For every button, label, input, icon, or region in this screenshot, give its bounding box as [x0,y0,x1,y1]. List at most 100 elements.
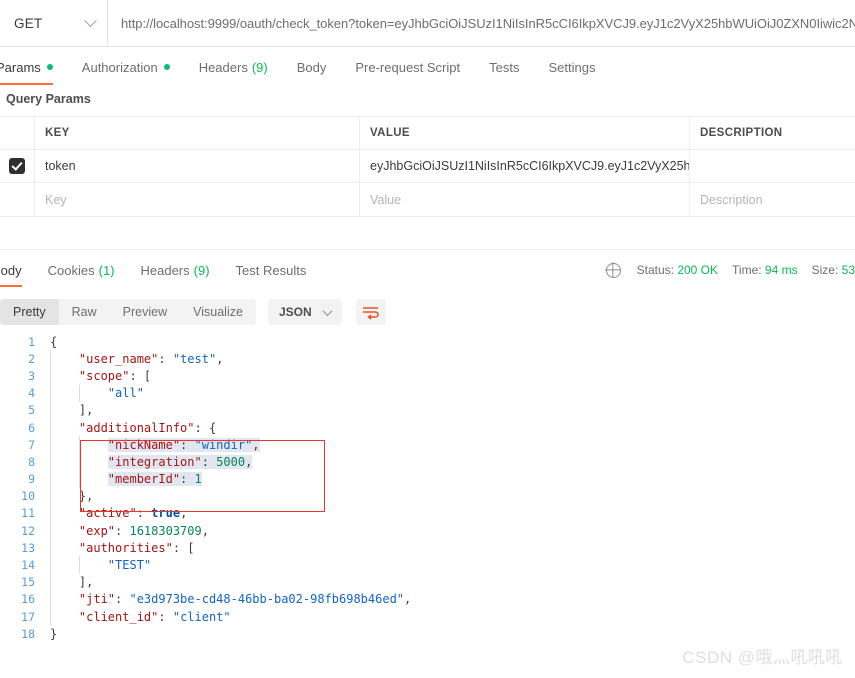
tab-tests[interactable]: Tests [489,47,519,87]
tab-headers-count: (9) [251,59,268,75]
table-row-empty[interactable]: Key Value Description [0,183,855,216]
code-line-text: "active": true, [44,506,855,520]
code-token: "user_name" [78,351,159,366]
code-token: : [201,454,217,469]
row-value-cell[interactable]: eyJhbGciOiJSUzI1NiIsInR5cCI6IkpXVCJ9.eyJ… [360,150,690,182]
line-number: 2 [28,351,35,366]
response-format-selector[interactable]: JSON [267,299,342,325]
line-number: 8 [28,454,35,469]
column-header-value: VALUE [370,127,410,139]
line-number: 15 [21,575,35,590]
tab-settings[interactable]: Settings [548,47,595,87]
line-number: 9 [28,472,35,487]
code-token: : [115,523,130,538]
chevron-down-icon [84,13,97,27]
response-tab-headers-label: Headers [140,262,190,278]
code-token: true [151,506,181,521]
globe-icon[interactable] [605,262,621,278]
code-line: 18} [0,625,855,642]
response-tab-headers[interactable]: Headers (9) [141,251,210,289]
empty-key-cell[interactable]: Key [35,183,360,216]
empty-description-cell[interactable]: Description [690,183,855,216]
code-line: 8 "integration": 5000, [0,453,855,471]
value-placeholder: Value [370,192,402,207]
code-line: 15 ], [0,573,855,591]
response-tab-cookies[interactable]: Cookies (1) [48,251,115,289]
checkbox-checked-icon[interactable] [9,158,25,174]
tab-pre-request-script-label: Pre-request Script [355,59,461,75]
code-token: }, [78,489,94,504]
tab-params[interactable]: Params [0,47,53,87]
http-method-selector[interactable]: GET [0,0,108,47]
code-token: : [115,592,130,607]
code-line: 17 "client_id": "client" [0,608,855,626]
url-input[interactable]: http://localhost:9999/oauth/check_token?… [108,0,855,47]
view-mode-raw-label: Raw [71,305,97,319]
code-line-text: "integration": 5000, [44,454,855,469]
view-mode-raw[interactable]: Raw [59,299,110,325]
line-number: 16 [21,592,35,607]
code-token: , [404,592,412,607]
code-token: "nickName" [107,437,181,452]
table-row[interactable]: token eyJhbGciOiJSUzI1NiIsInR5cCI6IkpXVC… [0,150,855,183]
response-status-bar: Status: 200 OK Time: 94 ms Size: 53 [605,250,855,290]
code-token: "client" [172,609,231,624]
response-body-toolbar: Pretty Raw Preview Visualize JSON [0,292,855,332]
code-token: "TEST" [107,558,152,573]
header-checkbox-cell [0,117,35,149]
code-line-text: "authorities": [ [44,541,855,555]
line-number: 10 [21,489,35,504]
code-line: 7 "nickName": "windir", [0,436,855,454]
tab-body[interactable]: Body [297,47,327,87]
response-tab-body[interactable]: Body [0,251,22,289]
code-token: "test" [172,351,217,366]
view-mode-pretty[interactable]: Pretty [0,299,59,325]
code-line: 16 "jti": "e3d973be-cd48-46bb-ba02-98fb6… [0,590,855,608]
view-mode-preview[interactable]: Preview [110,299,180,325]
param-value-text: eyJhbGciOiJSUzI1NiIsInR5cCI6IkpXVCJ9.eyJ… [370,159,690,173]
code-token: : [158,351,173,366]
code-token: } [50,626,58,641]
response-tab-test-results-label: Test Results [235,262,307,278]
row-description-cell[interactable] [690,150,855,182]
header-value-cell: VALUE [360,117,690,149]
tab-authorization[interactable]: Authorization [82,47,170,87]
code-line-text: "user_name": "test", [44,352,855,366]
status-label: Status: [636,263,674,277]
code-line-text: "scope": [ [44,369,855,383]
time-label: Time: [732,263,762,277]
tab-pre-request-script[interactable]: Pre-request Script [355,47,460,87]
tab-headers[interactable]: Headers (9) [199,47,268,87]
code-token: "exp" [78,523,116,538]
code-token: { [50,334,58,349]
line-number: 14 [21,558,35,573]
tab-settings-label: Settings [548,59,596,75]
time-group: Time: 94 ms [732,263,798,277]
response-tab-test-results[interactable]: Test Results [236,251,307,289]
code-line-text: ], [44,575,855,589]
code-token: "authorities" [78,540,173,555]
code-line-text: "memberId": 1 [44,472,855,487]
view-mode-pretty-label: Pretty [13,305,46,319]
view-mode-visualize[interactable]: Visualize [180,299,256,325]
code-line: 9 "memberId": 1 [0,470,855,488]
time-value: 94 ms [764,263,798,277]
code-line-text: "all" [44,386,855,400]
code-token: : [ [129,368,152,383]
empty-checkbox-cell[interactable] [0,183,35,216]
row-enable-checkbox-cell[interactable] [0,150,35,182]
empty-value-cell[interactable]: Value [360,183,690,216]
authorization-modified-dot-icon [163,64,170,70]
response-body-code[interactable]: 1{2 "user_name": "test", 3 "scope": [4 "a… [0,333,855,678]
tab-params-label: Params [0,59,41,75]
code-token: "client_id" [78,609,159,624]
wrap-lines-button[interactable] [355,299,386,325]
tab-tests-label: Tests [489,59,520,75]
line-number: 13 [21,540,35,555]
tab-body-label: Body [296,59,327,75]
row-key-cell[interactable]: token [35,150,360,182]
code-line-text: } [44,627,855,641]
code-token: ], [78,575,94,590]
code-token: "integration" [107,454,202,469]
code-line-text: "jti": "e3d973be-cd48-46bb-ba02-98fb698b… [44,592,855,606]
